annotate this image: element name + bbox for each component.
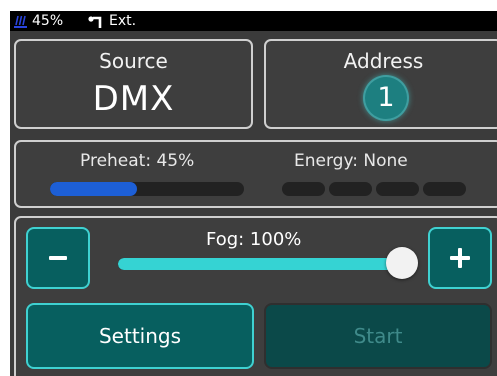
address-title: Address	[343, 49, 424, 73]
preheat-label: Preheat: 45%	[80, 151, 195, 171]
fog-decrease-button[interactable]	[26, 227, 90, 289]
source-title: Source	[99, 49, 168, 73]
pump-icon	[88, 16, 102, 28]
energy-segment	[423, 182, 466, 196]
status-bar: 45% Ext.	[10, 11, 497, 31]
status-source: Ext.	[109, 13, 137, 29]
fog-label: Fog: 100%	[206, 229, 302, 250]
energy-label: Energy: None	[294, 151, 408, 171]
fog-slider-fill	[118, 258, 402, 270]
start-button[interactable]: Start	[264, 303, 492, 369]
fog-slider-thumb[interactable]	[386, 247, 418, 279]
preheat-bar	[50, 182, 244, 196]
levels-card: Preheat: 45% Energy: None	[14, 140, 497, 208]
start-button-label: Start	[353, 324, 403, 348]
energy-segment	[282, 182, 325, 196]
status-preheat-percent: 45%	[32, 13, 64, 29]
fog-slider-track[interactable]	[118, 258, 402, 270]
address-value: 1	[365, 77, 407, 119]
source-value: DMX	[92, 79, 175, 119]
heater-icon	[14, 15, 27, 28]
energy-segment	[376, 182, 419, 196]
plus-icon	[450, 248, 470, 268]
energy-segment	[329, 182, 372, 196]
fog-increase-button[interactable]	[428, 227, 492, 289]
address-card[interactable]: Address 1	[264, 39, 497, 129]
device-screen: 45% Ext. Source DMX Address 1 Preheat: 4…	[10, 11, 497, 376]
source-card[interactable]: Source DMX	[14, 39, 253, 129]
settings-button[interactable]: Settings	[26, 303, 254, 369]
preheat-bar-fill	[50, 182, 138, 196]
settings-button-label: Settings	[98, 324, 182, 348]
energy-meter	[282, 182, 466, 196]
minus-icon	[49, 256, 67, 260]
